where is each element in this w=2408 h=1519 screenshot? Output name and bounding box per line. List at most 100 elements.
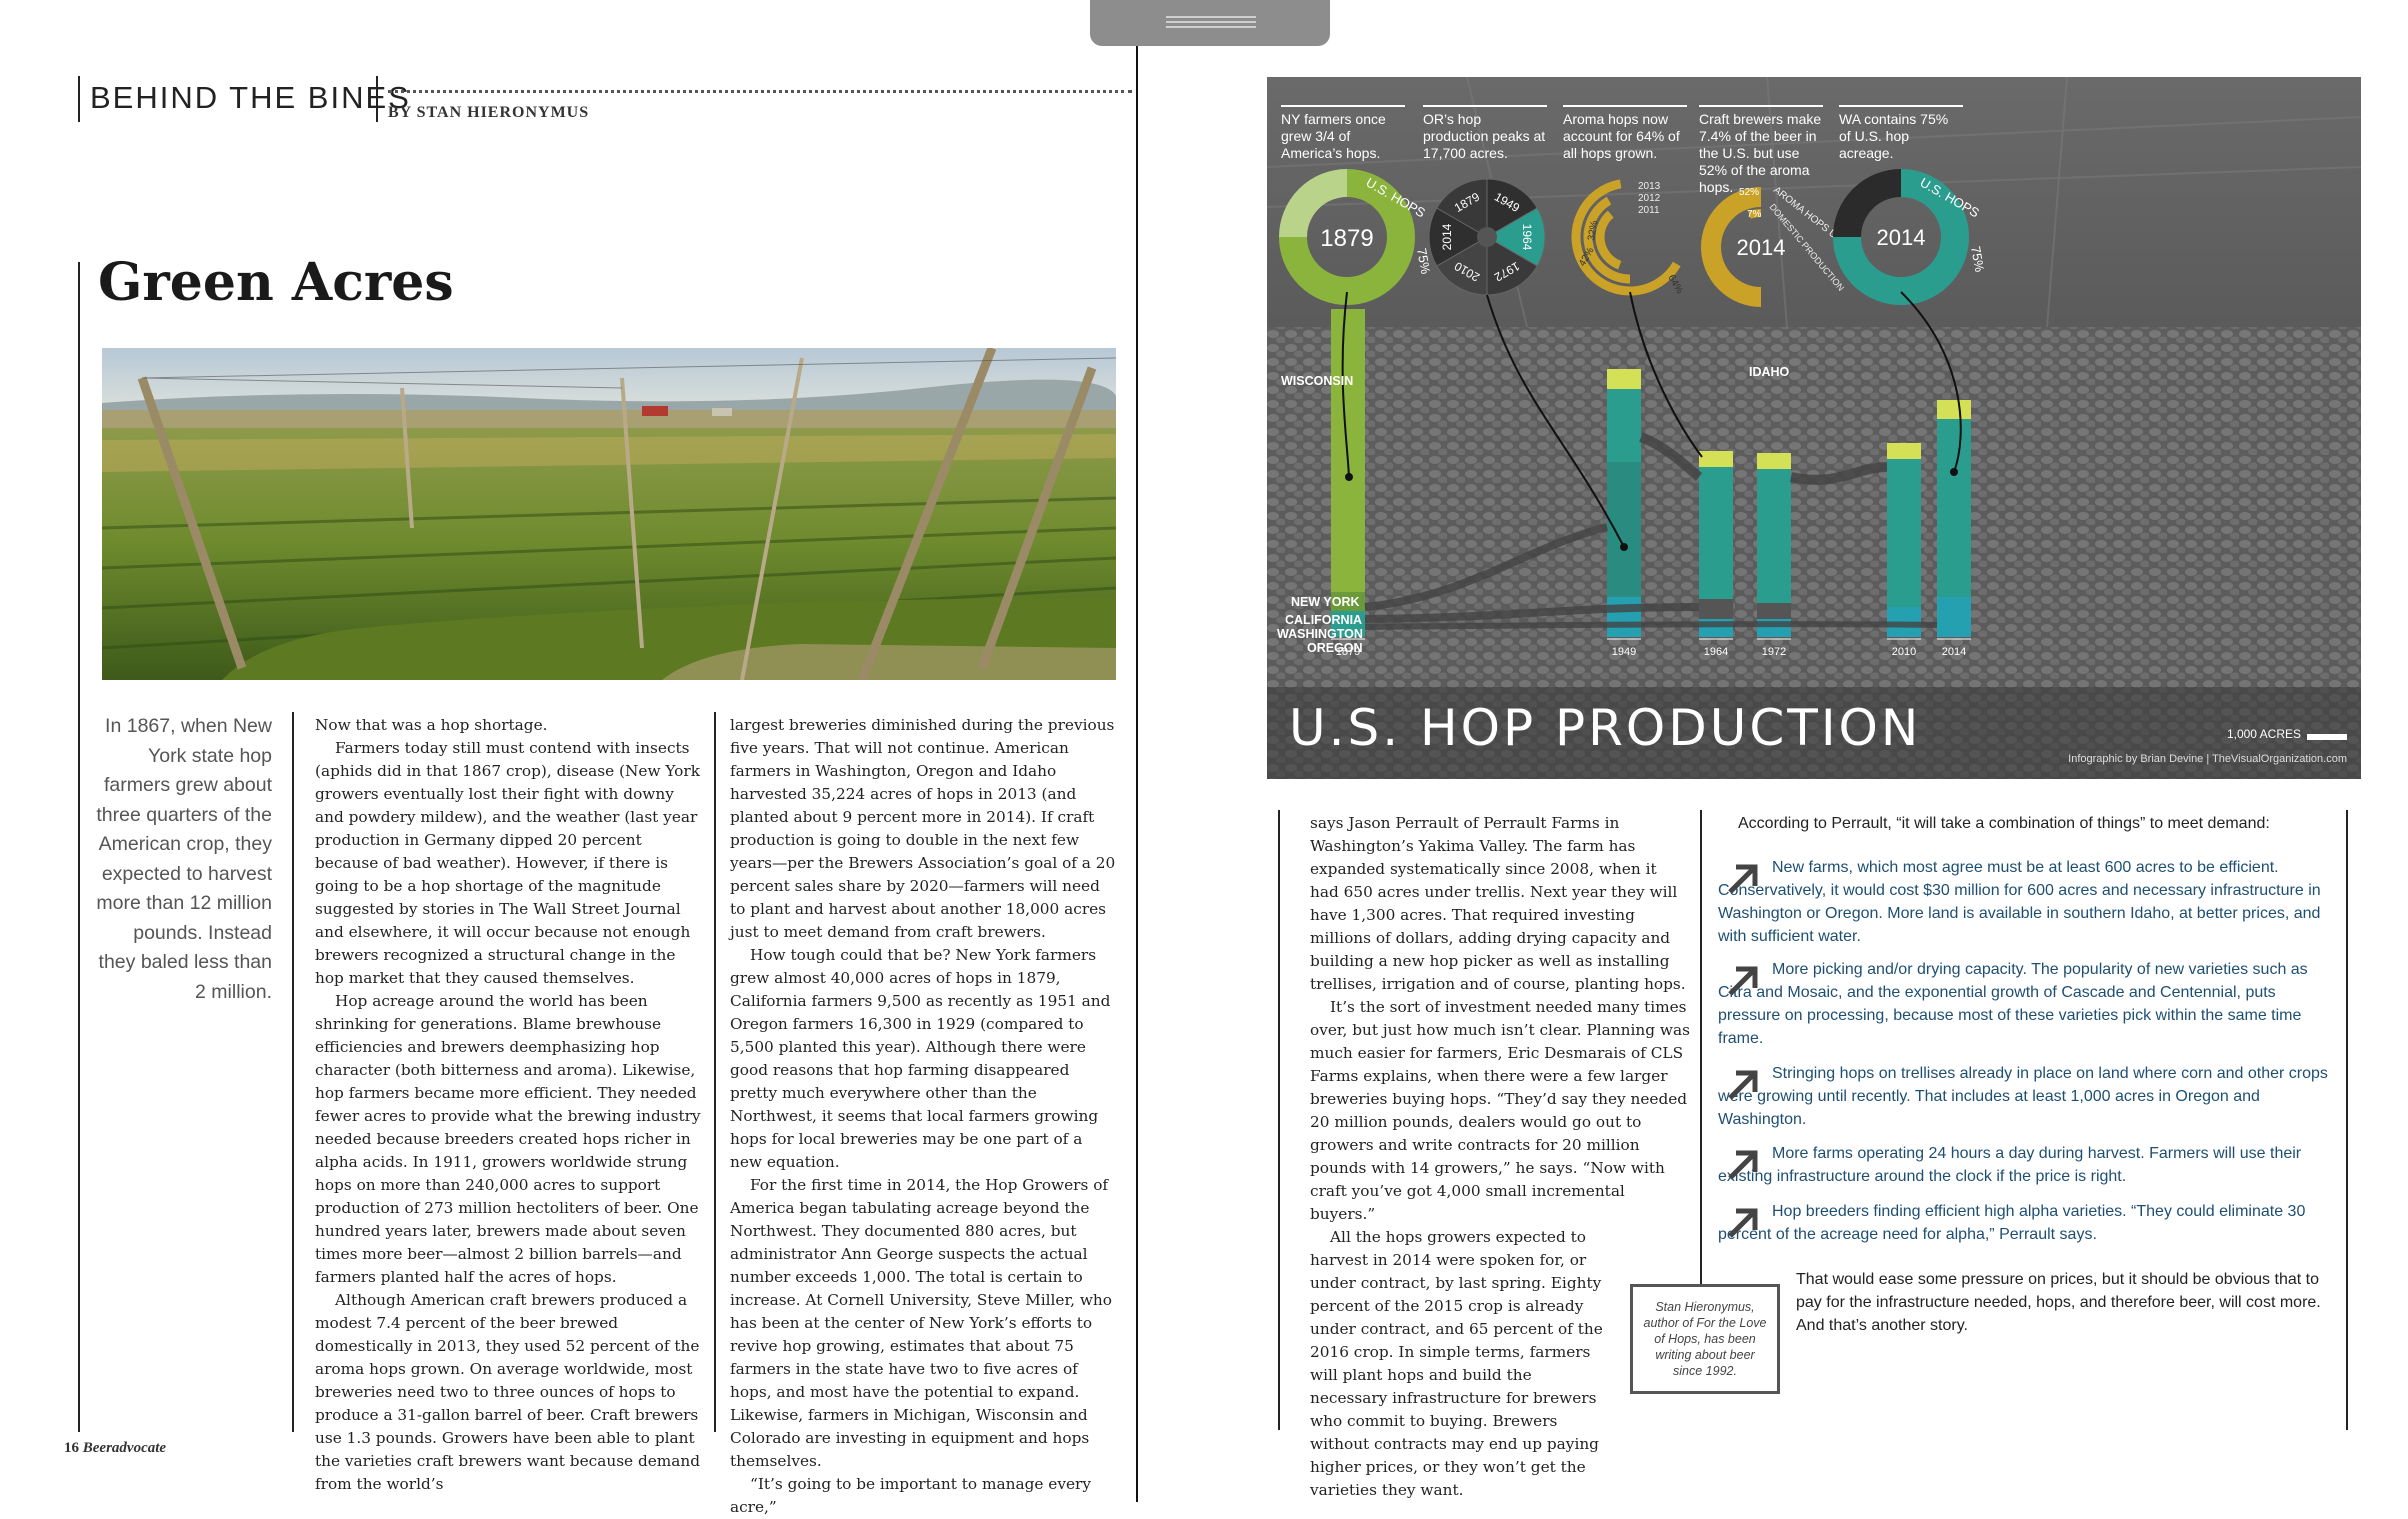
dotted-rule (388, 90, 1132, 93)
paragraph: How tough could that be? New York farmer… (730, 946, 1111, 1171)
list-item: New farms, which most agree must be at l… (1718, 856, 2338, 948)
author-bio: Stan Hieronymus, author of For the Love … (1630, 1284, 1780, 1394)
bullet-text: Hop breeders finding efficient high alph… (1718, 1203, 2306, 1243)
label-oregon: OREGON (1307, 641, 1363, 655)
list-item: Stringing hops on trellises already in p… (1718, 1062, 2338, 1131)
bar-segment (1937, 419, 1971, 597)
donut-pct: 7% (1747, 209, 1762, 220)
donut-center-year: 2014 (1737, 235, 1786, 260)
tab-grip (1166, 21, 1256, 23)
pie-center (1477, 227, 1497, 247)
arrow-icon (1728, 966, 1758, 996)
paragraph: “It’s going to be important to manage ev… (730, 1475, 1091, 1516)
scale-bar (2307, 734, 2347, 740)
label-wisconsin: WISCONSIN (1281, 374, 1354, 388)
scale-label: 1,000 ACRES (2226, 727, 2301, 741)
column-rule (1278, 810, 1280, 1430)
tab-grip (1166, 16, 1256, 18)
pull-quote: In 1867, when New York state hop farmers… (96, 715, 272, 1003)
flow-band (1364, 621, 1938, 630)
column-rule (1700, 810, 1702, 1350)
hop-production-infographic: 1879 U.S. HOPS 75% 1879 1949 1964 1972 2010 2014… (1267, 77, 2361, 779)
paragraph: largest breweries diminished during the … (730, 716, 1116, 941)
column-rule (292, 712, 294, 1432)
bar-segment (1607, 389, 1641, 462)
bar-segment (1757, 469, 1791, 603)
magazine-name: Beeradvocate (82, 1440, 167, 1456)
bar-segment (1887, 443, 1921, 459)
paragraph: Hop acreage around the world has been sh… (315, 992, 701, 1286)
donut-center-year: 1879 (1320, 225, 1373, 252)
page-number: 16 (64, 1440, 79, 1456)
pie-year-label: 1964 (1520, 224, 1534, 251)
byline: BY STAN HIERONYMUS (388, 104, 590, 121)
body-column-3: says Jason Perrault of Perrault Farms in… (1310, 812, 1690, 1502)
bar-segment (1887, 459, 1921, 607)
paragraph: For the first time in 2014, the Hop Grow… (730, 1176, 1112, 1470)
bar-segment (1757, 603, 1791, 619)
paragraph: It’s the sort of investment needed many … (1310, 998, 1690, 1223)
infographic-title: U.S. HOP PRODUCTION (1289, 699, 1922, 757)
column-rule (714, 712, 716, 1432)
section-kicker: BEHIND THE BINES (90, 80, 411, 115)
stat-craft: Craft brewers make 7.4% of the beer in t… (1699, 105, 1823, 196)
paragraph: Although American craft brewers produced… (315, 1291, 701, 1493)
paragraph: Farmers today still must contend with in… (315, 739, 700, 987)
paragraph: All the hops growers expected to harvest… (1310, 1228, 1603, 1499)
bar-segment (1699, 451, 1733, 467)
page-folio: 16 Beeradvocate (64, 1440, 166, 1457)
right-margin-rule (2346, 810, 2348, 1430)
bar-segment (1607, 369, 1641, 389)
bar-segment (1607, 597, 1641, 637)
headline: Green Acres (98, 252, 454, 313)
hop-field-photo (102, 348, 1116, 680)
list-item: More farms operating 24 hours a day duri… (1718, 1142, 2338, 1188)
connector-dot (1620, 543, 1628, 551)
page-tab[interactable] (1090, 0, 1330, 46)
list-item: More picking and/or drying capacity. The… (1718, 958, 2338, 1050)
bullet-text: More picking and/or drying capacity. The… (1718, 961, 2308, 1047)
list-item: Hop breeders finding efficient high alph… (1718, 1200, 2338, 1246)
arrow-icon (1728, 1070, 1758, 1100)
left-margin-rule (78, 262, 80, 1432)
body-column-1: Now that was a hop shortage. Farmers tod… (315, 714, 701, 1496)
ring-year-label: 2011 (1638, 205, 1660, 216)
label-idaho: IDAHO (1749, 365, 1790, 379)
stat-aroma: Aroma hops now account for 64% of all ho… (1563, 105, 1687, 162)
stat-wa: WA contains 75% of U.S. hop acreage. (1839, 105, 1963, 162)
label-washington: WASHINGTON (1277, 627, 1363, 641)
connector-dot (1345, 473, 1353, 481)
ring-year-label: 2012 (1638, 193, 1661, 204)
bar-segment (1937, 400, 1971, 419)
axis-year-label: 1964 (1704, 646, 1728, 658)
bar-segment (1699, 599, 1733, 619)
bullet-text: New farms, which most agree must be at l… (1718, 859, 2321, 945)
tab-grip (1166, 26, 1256, 28)
body-column-2: largest breweries diminished during the … (730, 714, 1116, 1519)
stat-ny: NY farmers once grew 3/4 of America’s ho… (1281, 105, 1405, 162)
axis-year-label: 2014 (1942, 646, 1966, 658)
paragraph: Now that was a hop shortage. (315, 716, 548, 734)
bar-segment (1699, 467, 1733, 599)
axis-year-label: 2010 (1892, 646, 1916, 658)
label-new-york: NEW YORK (1291, 595, 1360, 609)
column-4-outro: That would ease some pressure on prices,… (1796, 1271, 2321, 1334)
bar-segment (1607, 462, 1641, 597)
byline-rule (376, 76, 378, 122)
paragraph: says Jason Perrault of Perrault Farms in… (1310, 814, 1686, 993)
bar-segment (1757, 453, 1791, 469)
pie-year-label: 2014 (1440, 223, 1454, 250)
bar-segment (1937, 597, 1971, 637)
stat-or: OR’s hop production peaks at 17,700 acre… (1423, 105, 1547, 162)
connector-dot (1950, 468, 1958, 476)
bullet-text: More farms operating 24 hours a day duri… (1718, 1145, 2302, 1185)
arrow-icon (1728, 1150, 1758, 1180)
axis-year-label: 1972 (1762, 646, 1786, 658)
donut-center-year: 2014 (1877, 225, 1926, 250)
label-california: CALIFORNIA (1285, 613, 1363, 627)
ring-year-label: 2013 (1638, 181, 1661, 192)
arrow-icon (1728, 864, 1758, 894)
kicker-rule (78, 76, 80, 122)
arrow-icon (1728, 1208, 1758, 1238)
column-4-intro: According to Perrault, “it will take a c… (1738, 815, 2270, 832)
